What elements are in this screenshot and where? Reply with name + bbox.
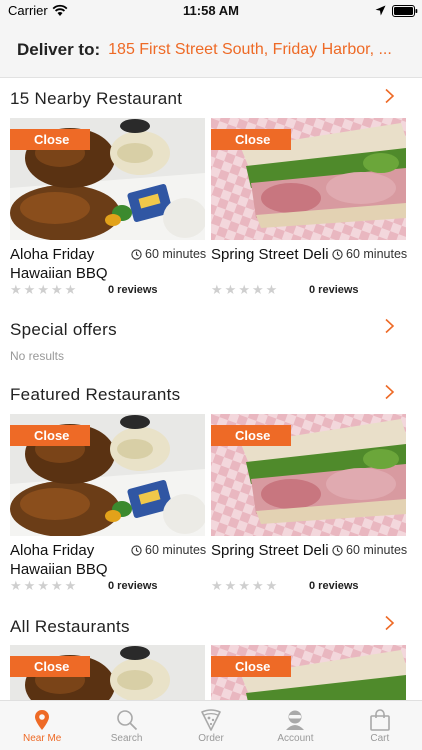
restaurant-image-deli: Close — [211, 118, 406, 240]
status-badge: Close — [10, 425, 90, 446]
star-icon: ★ — [211, 578, 223, 593]
tab-label: Cart — [370, 733, 390, 744]
star-rating: ★ ★ ★ ★ ★ — [211, 283, 279, 296]
empty-state-text: No results — [10, 349, 65, 363]
chevron-right-icon[interactable] — [382, 384, 396, 400]
shopping-bag-icon — [370, 709, 390, 731]
user-icon — [286, 710, 305, 730]
status-badge: Close — [10, 129, 90, 150]
star-icon: ★ — [238, 282, 250, 297]
tab-bar: Near Me Search Order Account Cart — [0, 700, 422, 750]
star-icon: ★ — [238, 578, 250, 593]
restaurant-card[interactable]: Close Spring Street Deli 60 minutes ★ ★ ★ ★… — [211, 118, 407, 296]
status-badge: Close — [10, 656, 90, 677]
clock-icon — [332, 544, 343, 556]
star-icon: ★ — [50, 282, 63, 297]
clock-icon — [332, 248, 343, 260]
review-count: 0 reviews — [309, 580, 359, 592]
star-icon: ★ — [224, 282, 237, 297]
delivery-time-text: 60 minutes — [346, 247, 408, 261]
search-icon — [116, 710, 137, 731]
battery-icon — [392, 5, 418, 17]
status-badge: Close — [211, 425, 291, 446]
clock-icon — [131, 544, 142, 556]
restaurant-name[interactable]: Spring Street Deli — [211, 541, 329, 560]
chevron-right-icon[interactable] — [382, 615, 396, 631]
chevron-right-icon[interactable] — [382, 88, 396, 104]
star-icon: ★ — [10, 578, 22, 593]
deliver-label: Deliver to: — [17, 39, 101, 59]
section-title-featured: Featured Restaurants — [10, 385, 181, 404]
star-icon: ★ — [251, 282, 264, 297]
star-icon: ★ — [37, 578, 49, 593]
star-icon: ★ — [64, 578, 77, 593]
star-icon: ★ — [211, 282, 223, 297]
star-icon: ★ — [10, 282, 22, 297]
restaurant-name[interactable]: Aloha Friday Hawaiian BBQ — [10, 541, 128, 579]
tab-near-me[interactable]: Near Me — [0, 701, 84, 750]
restaurant-card[interactable]: Close Spring Street Deli 60 minutes ★ ★ ★ ★… — [211, 414, 407, 592]
star-icon: ★ — [23, 578, 36, 593]
tab-order[interactable]: Order — [169, 701, 253, 750]
star-icon: ★ — [23, 282, 36, 297]
tab-search[interactable]: Search — [84, 701, 168, 750]
star-icon: ★ — [265, 282, 278, 297]
restaurant-card[interactable]: Close Aloha Friday Hawaiian BBQ 60 minut… — [10, 414, 206, 592]
deliver-to-bar[interactable]: Deliver to: 185 First Street South, Frid… — [0, 22, 422, 78]
delivery-address[interactable]: 185 First Street South, Friday Harbor, .… — [108, 41, 392, 59]
delivery-time: 60 minutes — [131, 543, 206, 557]
restaurant-image-bbq: Close — [10, 645, 205, 700]
tab-label: Account — [277, 733, 314, 744]
star-rating: ★ ★ ★ ★ ★ — [211, 579, 279, 592]
delivery-time: 60 minutes — [332, 543, 407, 557]
restaurant-card[interactable]: Close Aloha Friday Hawaiian BBQ 60 minut… — [10, 118, 206, 296]
status-badge: Close — [211, 129, 291, 150]
review-count: 0 reviews — [108, 284, 158, 296]
star-icon: ★ — [37, 282, 49, 297]
tab-label: Order — [198, 733, 224, 744]
restaurant-name[interactable]: Spring Street Deli — [211, 245, 329, 264]
star-icon: ★ — [251, 578, 264, 593]
star-icon: ★ — [265, 578, 278, 593]
clock-icon — [131, 248, 142, 260]
delivery-time: 60 minutes — [332, 247, 407, 261]
review-count: 0 reviews — [309, 284, 359, 296]
tab-account[interactable]: Account — [253, 701, 337, 750]
clock-time: 11:58 AM — [183, 3, 239, 18]
star-icon: ★ — [64, 282, 77, 297]
section-title-special-offers: Special offers — [10, 320, 117, 339]
star-icon: ★ — [224, 578, 237, 593]
location-arrow-icon — [375, 5, 386, 16]
star-rating: ★ ★ ★ ★ ★ — [10, 579, 78, 592]
chevron-right-icon[interactable] — [382, 318, 396, 334]
delivery-time-text: 60 minutes — [346, 543, 408, 557]
restaurant-name[interactable]: Aloha Friday Hawaiian BBQ — [10, 245, 128, 283]
section-title-all-restaurants: All Restaurants — [10, 617, 130, 636]
restaurant-image-deli: Close — [211, 414, 406, 536]
restaurant-image-deli: Close — [211, 645, 406, 700]
tab-label: Search — [110, 733, 143, 744]
section-title-nearby: 15 Nearby Restaurant — [10, 89, 183, 108]
restaurant-image-bbq: Close — [10, 414, 205, 536]
delivery-time-text: 60 minutes — [145, 543, 207, 557]
restaurant-card[interactable]: Close — [211, 645, 406, 700]
status-bar: Carrier 11:58 AM — [0, 0, 422, 22]
tab-label: Near Me — [23, 733, 62, 744]
star-icon: ★ — [50, 578, 63, 593]
pizza-icon — [201, 709, 221, 731]
location-pin-icon — [35, 710, 50, 730]
star-rating: ★ ★ ★ ★ ★ — [10, 283, 78, 296]
restaurant-image-bbq: Close — [10, 118, 205, 240]
delivery-time: 60 minutes — [131, 247, 206, 261]
tab-cart[interactable]: Cart — [338, 701, 422, 750]
review-count: 0 reviews — [108, 580, 158, 592]
restaurant-card[interactable]: Close — [10, 645, 205, 700]
delivery-time-text: 60 minutes — [145, 247, 207, 261]
status-badge: Close — [211, 656, 291, 677]
